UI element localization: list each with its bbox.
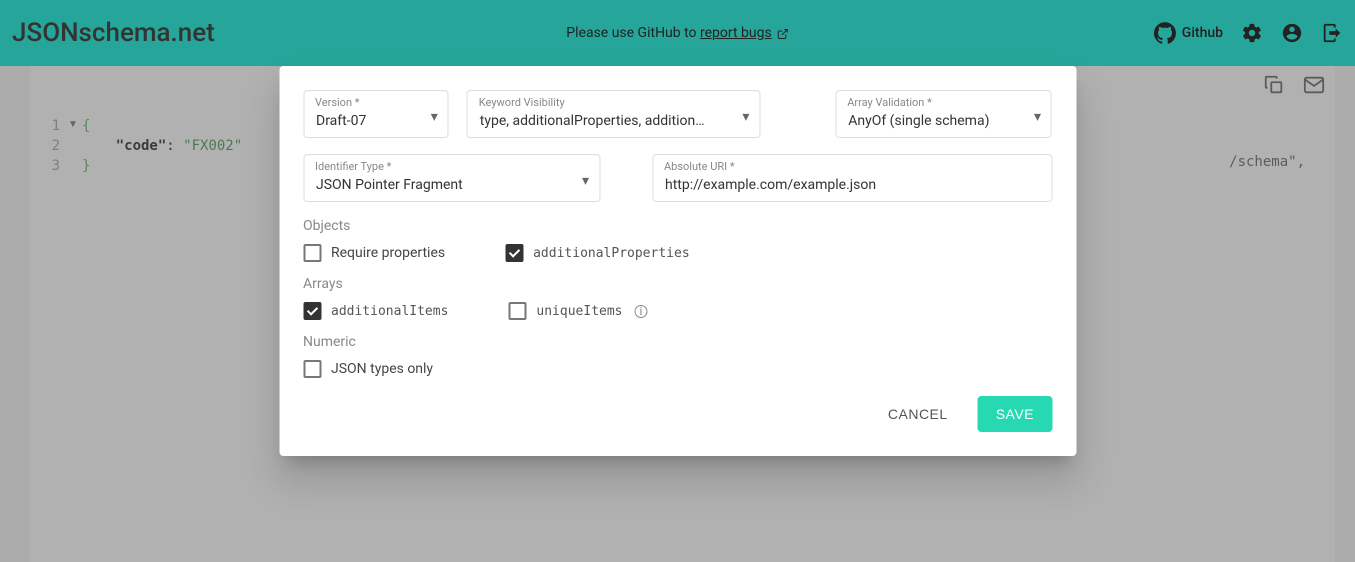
checkbox-icon	[303, 360, 321, 378]
chevron-down-icon: ▾	[431, 109, 438, 125]
require-properties-checkbox[interactable]: Require properties	[303, 244, 445, 262]
app-header: JSONschema.net Please use GitHub to repo…	[0, 0, 1355, 66]
checkbox-icon	[303, 302, 321, 320]
external-link-icon	[774, 26, 789, 40]
checkbox-icon	[505, 244, 523, 262]
arrays-section-title: Arrays	[303, 276, 1052, 292]
cancel-button[interactable]: CANCEL	[878, 398, 958, 430]
logout-button[interactable]	[1321, 22, 1343, 44]
header-actions: Github	[1154, 22, 1343, 44]
banner-text: Please use GitHub to	[566, 25, 700, 41]
array-validation-field[interactable]: Array Validation * AnyOf (single schema)…	[835, 90, 1052, 138]
github-icon	[1154, 22, 1176, 44]
account-icon	[1281, 22, 1303, 44]
numeric-section-title: Numeric	[303, 334, 1052, 350]
chevron-down-icon: ▾	[582, 173, 589, 189]
github-link[interactable]: Github	[1154, 22, 1223, 44]
identifier-type-field[interactable]: Identifier Type * JSON Pointer Fragment▾	[303, 154, 600, 202]
chevron-down-icon: ▾	[1034, 109, 1041, 125]
objects-section-title: Objects	[303, 218, 1052, 234]
keyword-visibility-field[interactable]: Keyword Visibility type, additionalPrope…	[467, 90, 761, 138]
settings-button[interactable]	[1241, 22, 1263, 44]
absolute-uri-field: Absolute URI *	[652, 154, 1052, 202]
report-bugs-link[interactable]: report bugs	[700, 25, 772, 41]
banner: Please use GitHub to report bugs	[566, 25, 788, 41]
settings-dialog: Version * Draft-07▾ Keyword Visibility t…	[279, 66, 1076, 456]
chevron-down-icon: ▾	[742, 109, 749, 125]
additional-properties-checkbox[interactable]: additionalProperties	[505, 244, 690, 262]
logo[interactable]: JSONschema.net	[12, 18, 215, 48]
gear-icon	[1241, 22, 1263, 44]
additional-items-checkbox[interactable]: additionalItems	[303, 302, 448, 320]
json-types-only-checkbox[interactable]: JSON types only	[303, 360, 433, 378]
account-button[interactable]	[1281, 22, 1303, 44]
checkbox-icon	[508, 302, 526, 320]
save-button[interactable]: SAVE	[978, 396, 1052, 432]
checkbox-icon	[303, 244, 321, 262]
version-field[interactable]: Version * Draft-07▾	[303, 90, 449, 138]
info-icon[interactable]: i	[635, 305, 648, 318]
unique-items-checkbox[interactable]: uniqueItems i	[508, 302, 647, 320]
logout-icon	[1321, 22, 1343, 44]
